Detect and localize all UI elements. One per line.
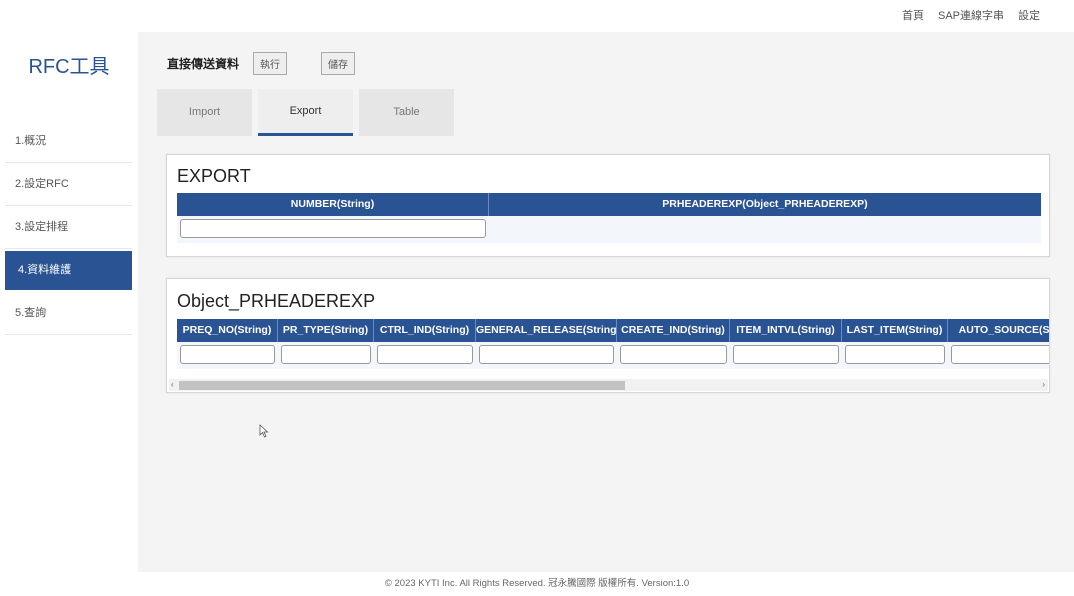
tab-bar: Import Export Table [157, 89, 454, 136]
nav-sap-connection-link[interactable]: SAP連線字串 [938, 7, 1004, 23]
sidebar-item-overview[interactable]: 1.概況 [5, 120, 132, 163]
table-cell [278, 342, 374, 369]
brand-logo: RFC工具 [28, 56, 110, 78]
mouse-cursor-icon [259, 424, 269, 438]
create-ind-input[interactable] [620, 345, 727, 364]
nav-home-link[interactable]: 首頁 [902, 7, 924, 23]
table-cell [374, 342, 476, 369]
scroll-right-icon[interactable]: › [1042, 379, 1045, 391]
item-intvl-input[interactable] [733, 345, 839, 364]
main-content: 直接傳送資料 執行 儲存 Import Export Table EXPORT … [138, 32, 1074, 572]
scroll-left-icon[interactable]: ‹ [171, 379, 174, 391]
column-header: NUMBER(String) [177, 193, 489, 216]
number-input[interactable] [180, 219, 486, 238]
table-row [177, 216, 1041, 243]
save-button[interactable]: 儲存 [321, 52, 356, 75]
table-cell [476, 342, 617, 369]
horizontal-scrollbar[interactable]: ‹ › [169, 379, 1048, 391]
top-bar: 首頁 SAP連線字串 設定 [0, 0, 1074, 32]
table-cell [617, 342, 730, 369]
auto-source-input[interactable] [951, 345, 1049, 364]
run-button[interactable]: 執行 [253, 52, 288, 75]
footer: © 2023 KYTI Inc. All Rights Reserved. 冠永… [0, 572, 1074, 596]
sidebar-item-query[interactable]: 5.查詢 [5, 292, 132, 335]
column-header: CREATE_IND(String) [617, 319, 730, 342]
general-release-input[interactable] [479, 345, 614, 364]
table-cell [489, 216, 1041, 243]
object-panel-title: Object_PRHEADEREXP [177, 291, 376, 311]
preq-no-input[interactable] [180, 345, 275, 364]
tab-export[interactable]: Export [258, 89, 353, 136]
sidebar-item-schedule[interactable]: 3.設定排程 [5, 206, 132, 249]
export-table-header: NUMBER(String) PRHEADEREXP(Object_PRHEAD… [177, 193, 1041, 216]
column-header: AUTO_SOURCE(String) [948, 319, 1049, 342]
page-title: 直接傳送資料 [167, 57, 240, 71]
column-header: PREQ_NO(String) [177, 319, 278, 342]
nav-settings-link[interactable]: 設定 [1018, 7, 1040, 23]
sidebar-menu: 1.概況 2.設定RFC 3.設定排程 4.資料維護 5.查詢 [5, 120, 132, 335]
last-item-input[interactable] [845, 345, 945, 364]
export-table: NUMBER(String) PRHEADEREXP(Object_PRHEAD… [177, 193, 1041, 243]
table-cell [177, 216, 489, 243]
scrollbar-thumb[interactable] [179, 381, 625, 390]
ctrl-ind-input[interactable] [377, 345, 473, 364]
table-cell [948, 342, 1049, 369]
table-cell [177, 342, 278, 369]
sidebar: RFC工具 1.概況 2.設定RFC 3.設定排程 4.資料維護 5.查詢 [0, 32, 138, 572]
export-panel-title: EXPORT [177, 166, 251, 186]
title-row: 直接傳送資料 執行 儲存 [167, 52, 389, 75]
tab-table[interactable]: Table [359, 89, 454, 136]
column-header: GENERAL_RELEASE(String) [476, 319, 617, 342]
column-header: LAST_ITEM(String) [842, 319, 948, 342]
column-header: ITEM_INTVL(String) [730, 319, 842, 342]
sidebar-item-data-maintenance[interactable]: 4.資料維護 [5, 251, 132, 290]
top-nav: 首頁 SAP連線字串 設定 [902, 7, 1040, 23]
pr-type-input[interactable] [281, 345, 371, 364]
column-header: PRHEADEREXP(Object_PRHEADEREXP) [662, 198, 868, 210]
table-row [177, 342, 1049, 369]
table-cell [730, 342, 842, 369]
tab-import[interactable]: Import [157, 89, 252, 136]
object-table: PREQ_NO(String) PR_TYPE(String) CTRL_IND… [177, 319, 1049, 369]
object-panel: Object_PRHEADEREXP PREQ_NO(String) PR_TY… [166, 278, 1050, 393]
table-cell [842, 342, 948, 369]
column-header: CTRL_IND(String) [374, 319, 476, 342]
column-header: PR_TYPE(String) [278, 319, 374, 342]
sidebar-item-rfc-settings[interactable]: 2.設定RFC [5, 163, 132, 206]
export-panel: EXPORT NUMBER(String) PRHEADEREXP(Object… [166, 154, 1050, 257]
object-table-header: PREQ_NO(String) PR_TYPE(String) CTRL_IND… [177, 319, 1049, 342]
